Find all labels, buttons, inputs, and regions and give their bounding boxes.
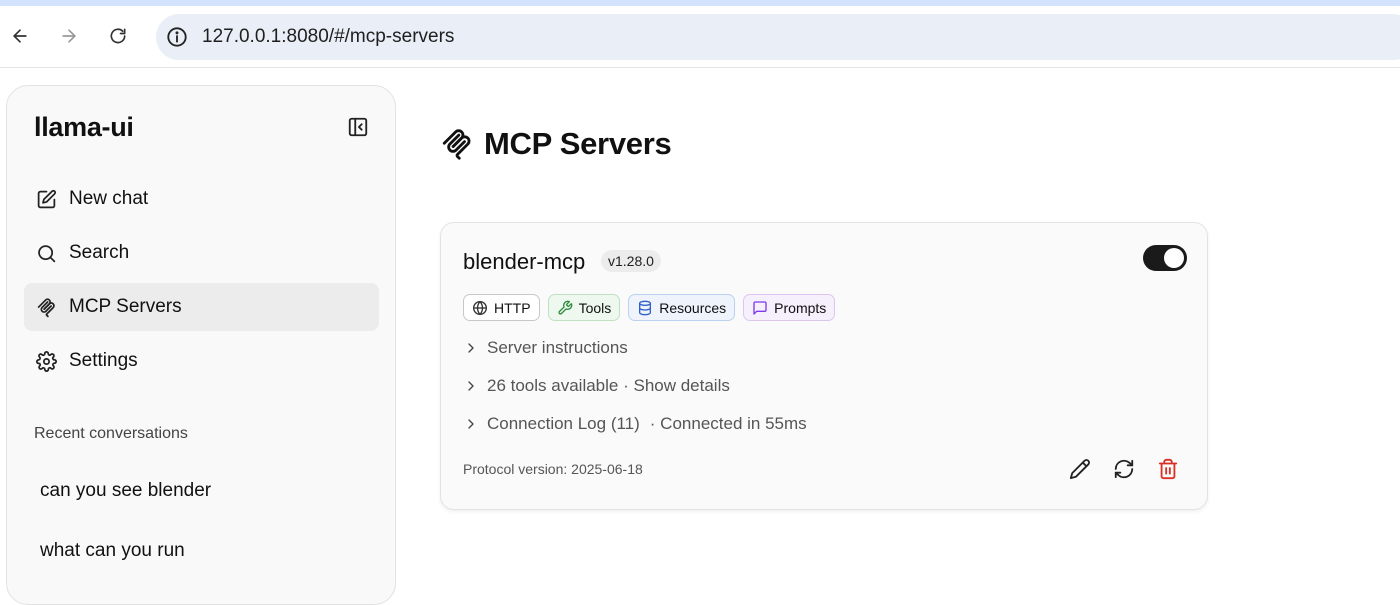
arrow-right-icon xyxy=(62,29,76,43)
protocol-version: Protocol version: 2025-06-18 xyxy=(463,461,643,477)
sidebar: llama-ui New chat Search MCP Servers Set… xyxy=(6,85,396,605)
badge-label: HTTP xyxy=(494,299,531,316)
page-title: MCP Servers xyxy=(484,126,672,161)
delete-server-button[interactable] xyxy=(1156,457,1180,481)
site-info-icon[interactable] xyxy=(166,26,188,48)
refresh-icon xyxy=(1114,459,1134,479)
row-label: Server instructions xyxy=(487,338,628,357)
search-icon xyxy=(35,242,57,264)
globe-icon xyxy=(472,300,488,316)
badge-http: HTTP xyxy=(463,294,540,321)
sidebar-item-search[interactable]: Search xyxy=(24,229,379,277)
chevron-right-icon xyxy=(463,378,479,394)
arrow-left-icon xyxy=(13,29,27,43)
browser-toolbar: 127.0.0.1:8080/#/mcp-servers xyxy=(0,6,1400,68)
mcp-icon xyxy=(440,127,474,161)
edit-server-button[interactable] xyxy=(1068,457,1092,481)
reload-icon xyxy=(110,28,126,44)
address-bar[interactable]: 127.0.0.1:8080/#/mcp-servers xyxy=(156,14,1400,60)
badge-label: Resources xyxy=(659,299,727,316)
sidebar-item-label: Settings xyxy=(69,350,138,371)
wrench-icon xyxy=(557,300,573,316)
conversation-title: what can you run xyxy=(40,540,185,561)
badge-tools: Tools xyxy=(547,294,621,321)
chevron-right-icon xyxy=(463,416,479,432)
chevron-right-icon xyxy=(463,340,479,356)
sidebar-item-settings[interactable]: Settings xyxy=(24,337,379,385)
url-text: 127.0.0.1:8080/#/mcp-servers xyxy=(202,26,455,47)
server-enabled-toggle[interactable] xyxy=(1143,245,1187,271)
row-label: 26 tools available · Show details xyxy=(487,376,730,395)
row-label: Connection Log (11) xyxy=(487,414,640,433)
sidebar-item-label: Search xyxy=(69,242,130,263)
conversation-item[interactable]: what can you run xyxy=(24,529,379,573)
message-icon xyxy=(752,300,768,316)
trash-icon xyxy=(1158,458,1178,480)
capability-badges: HTTP Tools Resources Prompts xyxy=(463,294,843,321)
sidebar-item-label: MCP Servers xyxy=(69,296,182,317)
panel-collapse-icon xyxy=(348,117,368,137)
conversation-title: can you see blender xyxy=(40,480,212,501)
badge-label: Tools xyxy=(578,299,612,316)
app-brand: llama-ui xyxy=(34,112,134,142)
database-icon xyxy=(637,300,653,316)
badge-label: Prompts xyxy=(774,299,827,316)
badge-prompts: Prompts xyxy=(743,294,836,321)
version-badge: v1.28.0 xyxy=(601,250,661,272)
server-instructions-toggle[interactable]: Server instructions xyxy=(463,336,628,360)
toggle-knob xyxy=(1164,248,1184,268)
page-header: MCP Servers xyxy=(440,126,672,162)
badge-resources: Resources xyxy=(628,294,736,321)
back-button[interactable] xyxy=(6,22,34,50)
sidebar-item-label: New chat xyxy=(69,188,149,209)
pencil-icon xyxy=(1069,459,1090,480)
server-card: blender-mcp v1.28.0 HTTP Tools Resources xyxy=(440,222,1208,510)
connection-log-toggle[interactable]: Connection Log (11) · Connected in 55ms xyxy=(463,412,807,436)
sidebar-item-new-chat[interactable]: New chat xyxy=(24,175,379,223)
connection-status: · Connected in 55ms xyxy=(649,414,807,433)
conversation-item[interactable]: can you see blender xyxy=(24,469,379,513)
sidebar-collapse-button[interactable] xyxy=(347,116,369,138)
edit-icon xyxy=(35,188,57,210)
gear-icon xyxy=(35,350,57,372)
mcp-icon xyxy=(35,296,57,318)
server-name: blender-mcp xyxy=(463,249,586,274)
refresh-server-button[interactable] xyxy=(1112,457,1136,481)
sidebar-item-mcp-servers[interactable]: MCP Servers xyxy=(24,283,379,331)
recent-conversations-heading: Recent conversations xyxy=(34,425,188,442)
tools-details-toggle[interactable]: 26 tools available · Show details xyxy=(463,374,730,398)
forward-button[interactable] xyxy=(55,22,83,50)
reload-button[interactable] xyxy=(104,22,132,50)
